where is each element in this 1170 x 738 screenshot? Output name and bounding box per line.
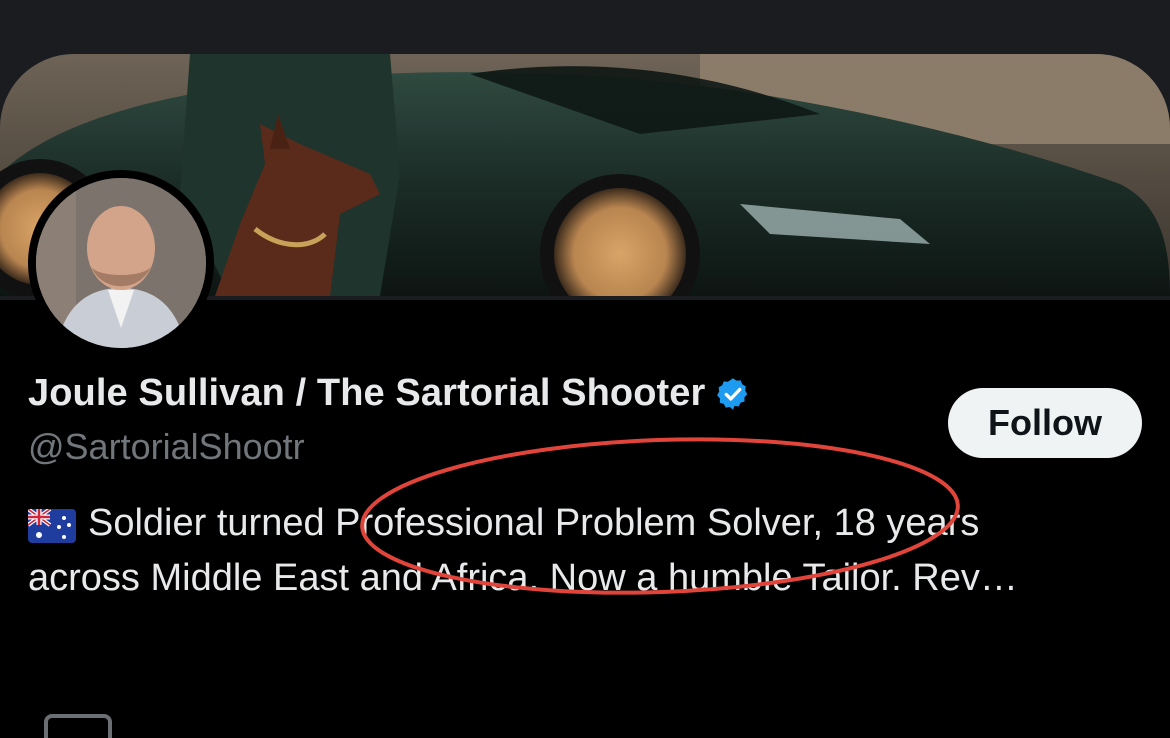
user-handle: @SartorialShootr (28, 426, 305, 467)
avatar-photo (36, 178, 206, 348)
display-name[interactable]: Joule Sullivan / The Sartorial Shooter (28, 372, 705, 415)
follow-button[interactable]: Follow (948, 388, 1142, 458)
display-name-row: Joule Sullivan / The Sartorial Shooter (28, 372, 751, 415)
bio-text-line-1: Soldier turned Professional Problem Solv… (88, 502, 980, 544)
australia-flag-icon (26, 504, 76, 543)
bio-text-line-2: across Middle East and Africa. Now a hum… (28, 557, 1018, 599)
profile-bio: Soldier turned Professional Problem Solv… (26, 496, 1148, 606)
calendar-icon (44, 714, 112, 738)
profile-avatar[interactable] (28, 170, 214, 356)
bio-line-1: Soldier turned Professional Problem Solv… (26, 496, 1148, 551)
verified-badge-icon[interactable] (715, 376, 751, 412)
